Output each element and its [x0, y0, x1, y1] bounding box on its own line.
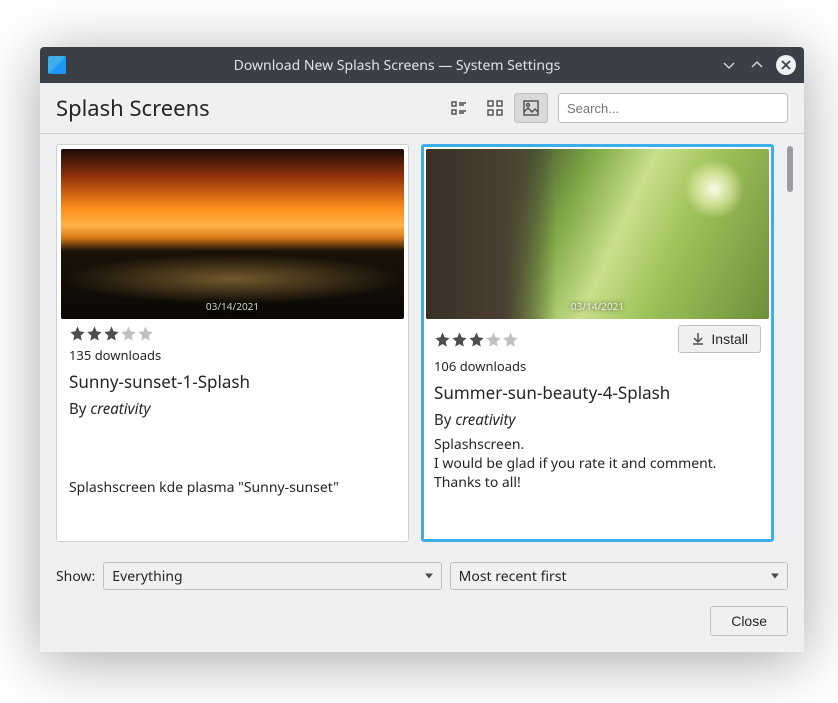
minimize-button[interactable]: [720, 56, 738, 74]
thumbnail-date: 03/14/2021: [571, 299, 624, 313]
dialog-footer: Close: [40, 592, 804, 652]
download-count: 135 downloads: [69, 346, 396, 364]
splash-card[interactable]: 03/14/2021 135 downloads Sunny-sunset-1-…: [56, 144, 409, 542]
search-input[interactable]: [558, 93, 788, 123]
content-area: 03/14/2021 135 downloads Sunny-sunset-1-…: [40, 134, 804, 552]
close-window-button[interactable]: [776, 55, 796, 75]
card-title: Summer-sun-beauty-4-Splash: [434, 381, 761, 404]
sort-select[interactable]: Most recent first: [450, 562, 788, 590]
maximize-button[interactable]: [748, 56, 766, 74]
scroll-thumb[interactable]: [787, 146, 793, 192]
download-count: 106 downloads: [434, 357, 761, 375]
card-author: By creativity: [69, 399, 396, 419]
app-icon: [48, 56, 66, 74]
thumbnail: 03/14/2021: [426, 149, 769, 319]
show-select[interactable]: Everything: [103, 562, 441, 590]
scrollbar[interactable]: [786, 144, 794, 542]
card-description: Splashscreen kde plasma "Sunny-sunset": [69, 479, 396, 498]
card-title: Sunny-sunset-1-Splash: [69, 370, 396, 393]
window-controls: [720, 55, 796, 75]
view-mode-group: [442, 93, 548, 123]
toolbar: Splash Screens: [40, 83, 804, 134]
filter-bar: Show: Everything Most recent first: [40, 552, 804, 592]
download-icon: [691, 332, 705, 346]
view-preview-button[interactable]: [514, 93, 548, 123]
card-description: Splashscreen. I would be glad if you rat…: [434, 436, 761, 493]
rating-stars: [434, 331, 519, 348]
dialog-window: Download New Splash Screens — System Set…: [40, 47, 804, 652]
thumbnail-date: 03/14/2021: [206, 299, 259, 313]
rating-stars: [69, 325, 154, 342]
card-author: By creativity: [434, 410, 761, 430]
install-button[interactable]: Install: [678, 325, 761, 353]
close-button[interactable]: Close: [710, 606, 788, 636]
view-details-button[interactable]: [442, 93, 476, 123]
show-label: Show:: [56, 567, 95, 586]
view-tiles-button[interactable]: [478, 93, 512, 123]
page-title: Splash Screens: [56, 93, 442, 123]
splash-card[interactable]: 03/14/2021 Install 106 dow: [421, 144, 774, 542]
thumbnail: 03/14/2021: [61, 149, 404, 319]
titlebar[interactable]: Download New Splash Screens — System Set…: [40, 47, 804, 83]
window-title: Download New Splash Screens — System Set…: [74, 56, 720, 75]
